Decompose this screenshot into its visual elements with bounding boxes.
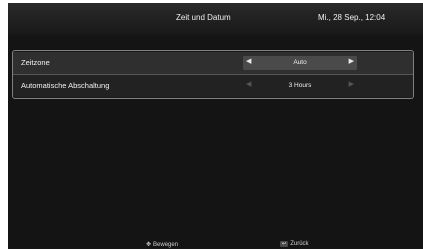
footer-hints: ✥ Bewegen ↩ Zurück	[8, 239, 423, 251]
auto-shutdown-selector[interactable]: ◀ 3 Hours ▶	[243, 79, 357, 93]
auto-shutdown-value: 3 Hours	[288, 82, 312, 89]
auto-shutdown-label: Automatische Abschaltung	[21, 81, 110, 90]
back-hint[interactable]: ↩ Zurück	[280, 241, 309, 247]
header-bar: Zeit und Datum Mi., 28 Sep., 12:04	[8, 3, 423, 35]
page-title: Zeit und Datum	[176, 13, 231, 22]
tv-screen: Zeit und Datum Mi., 28 Sep., 12:04 Zeitz…	[8, 3, 423, 249]
move-hint-label: Bewegen	[153, 242, 179, 248]
timezone-selector[interactable]: ◀ Auto ▶	[243, 56, 357, 70]
setting-row-timezone[interactable]: Zeitzone ◀ Auto ▶	[13, 52, 413, 75]
date-time-display: Mi., 28 Sep., 12:04	[318, 13, 386, 22]
return-icon: ↩	[280, 241, 289, 247]
timezone-label: Zeitzone	[21, 58, 50, 67]
back-hint-label: Zurück	[290, 241, 309, 247]
move-hint: ✥ Bewegen	[146, 241, 178, 248]
right-arrow-icon[interactable]: ▶	[349, 57, 354, 65]
timezone-value: Auto	[293, 59, 307, 66]
four-way-arrows-icon: ✥	[146, 242, 152, 248]
right-arrow-icon[interactable]: ▶	[349, 80, 354, 88]
settings-panel: Zeitzone ◀ Auto ▶ Automatische Abschaltu…	[12, 50, 414, 99]
setting-row-auto-shutdown[interactable]: Automatische Abschaltung ◀ 3 Hours ▶	[13, 75, 413, 97]
